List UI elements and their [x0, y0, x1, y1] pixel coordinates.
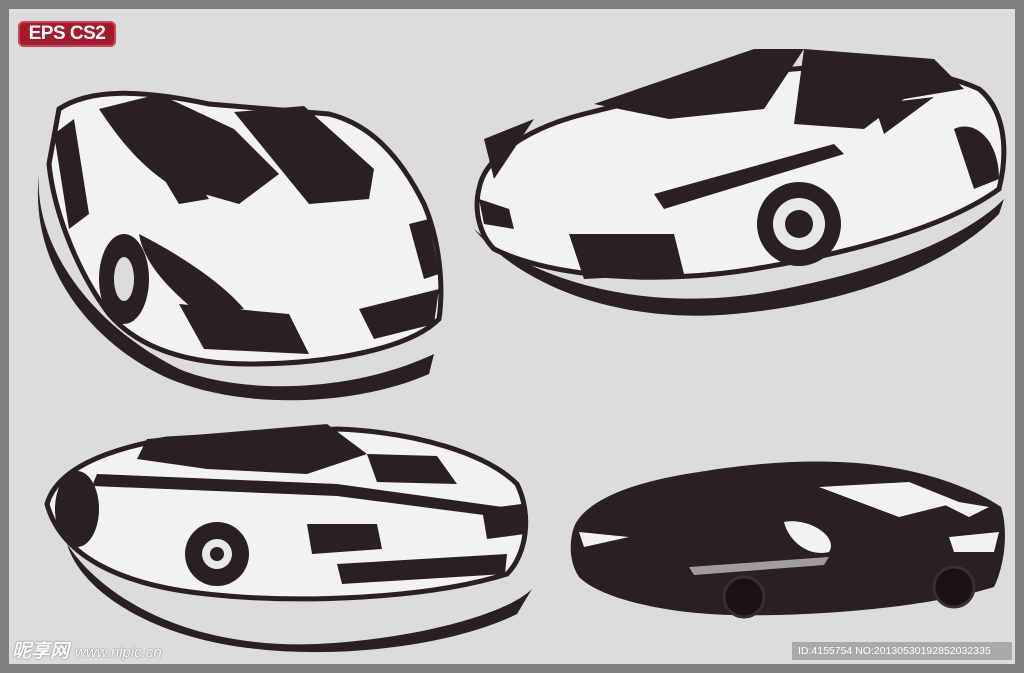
- sports-car-silhouette-illustration: [570, 461, 1005, 619]
- image-id-bar: ID:4155754 NO:20130530192852032335: [792, 642, 1012, 660]
- sports-car-rear-illustration: [44, 424, 532, 653]
- artboard: EPS CS2: [9, 9, 1015, 664]
- watermark-brand: 昵享网: [12, 641, 70, 662]
- watermark-url: www.nipic.cn: [75, 644, 162, 661]
- sports-car-front-right-illustration: [474, 49, 1007, 316]
- sports-car-front-left-illustration: [37, 90, 444, 401]
- nipic-watermark: 昵享网 www.nipic.cn: [12, 636, 162, 663]
- eps-badge: EPS CS2: [18, 21, 116, 47]
